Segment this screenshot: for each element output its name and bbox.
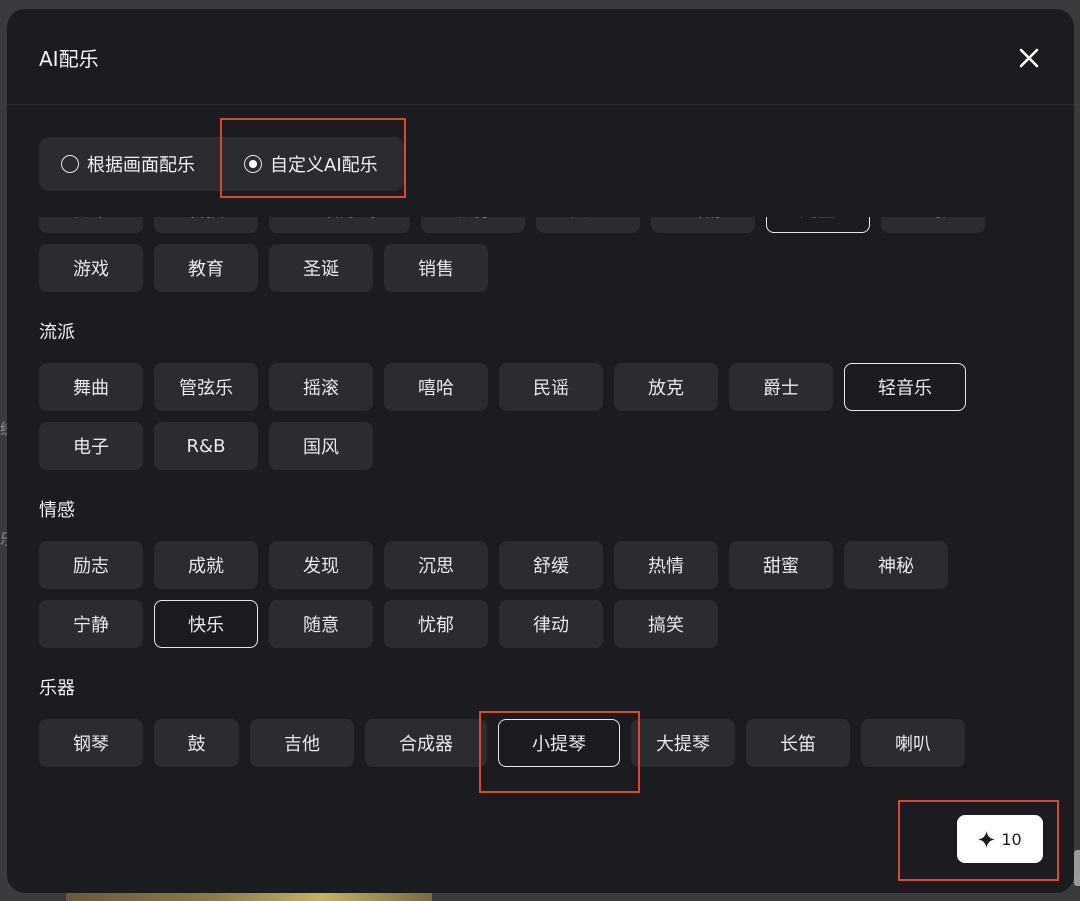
chip-row: 日常 科技 生活方式 旅行 冥想 戏剧 儿童 电影 xyxy=(39,217,1029,233)
tag-chip[interactable]: 随意 xyxy=(269,600,373,648)
tag-list: 日常 科技 生活方式 旅行 冥想 戏剧 儿童 电影 游戏 教育 圣诞 销售 流派… xyxy=(39,217,1029,767)
tag-chip[interactable]: 摇滚 xyxy=(269,363,373,411)
mode-option-custom[interactable]: 自定义AI配乐 xyxy=(244,137,378,191)
chip-row: 舞曲 管弦乐 摇滚 嘻哈 民谣 放克 爵士 轻音乐 xyxy=(39,363,1029,411)
tag-chip[interactable]: 沉思 xyxy=(384,541,488,589)
tag-chip[interactable]: 律动 xyxy=(499,600,603,648)
tag-chip[interactable]: 热情 xyxy=(614,541,718,589)
tag-chip[interactable]: 国风 xyxy=(269,422,373,470)
tag-chip-selected[interactable]: 儿童 xyxy=(766,217,870,233)
tag-chip[interactable]: 游戏 xyxy=(39,244,143,292)
tag-chip[interactable]: 圣诞 xyxy=(269,244,373,292)
tag-chip[interactable]: 钢琴 xyxy=(39,719,143,767)
mode-option-label: 自定义AI配乐 xyxy=(270,155,378,176)
tag-chip[interactable]: 舒缓 xyxy=(499,541,603,589)
section-label-genre: 流派 xyxy=(39,322,75,343)
mode-switch: 根据画面配乐 自定义AI配乐 xyxy=(39,137,404,191)
background-scrollbar xyxy=(1074,850,1080,886)
dialog-header: AI配乐 xyxy=(7,9,1074,105)
tag-chip[interactable]: 放克 xyxy=(614,363,718,411)
mode-option-label: 根据画面配乐 xyxy=(87,155,195,176)
tag-scroll-area[interactable]: 日常 科技 生活方式 旅行 冥想 戏剧 儿童 电影 游戏 教育 圣诞 销售 流派… xyxy=(7,217,1074,782)
ai-music-dialog: AI配乐 根据画面配乐 自定义AI配乐 日常 科技 生活方式 旅行 冥想 戏剧 xyxy=(7,9,1074,893)
tag-chip[interactable]: 大提琴 xyxy=(631,719,735,767)
tag-chip[interactable]: 科技 xyxy=(154,217,258,233)
tag-chip[interactable]: 鼓 xyxy=(154,719,239,767)
tag-chip[interactable]: 电影 xyxy=(881,217,985,233)
tag-chip[interactable]: 合成器 xyxy=(365,719,487,767)
tag-chip[interactable]: 励志 xyxy=(39,541,143,589)
tag-chip[interactable]: 嘻哈 xyxy=(384,363,488,411)
tag-chip-selected[interactable]: 快乐 xyxy=(154,600,258,648)
tag-chip[interactable]: 旅行 xyxy=(421,217,525,233)
tag-chip[interactable]: 发现 xyxy=(269,541,373,589)
tag-chip[interactable]: 长笛 xyxy=(746,719,850,767)
tag-chip[interactable]: 喇叭 xyxy=(861,719,965,767)
close-button[interactable] xyxy=(1015,44,1043,72)
generate-cost: 10 xyxy=(1001,829,1022,849)
tag-chip[interactable]: 民谣 xyxy=(499,363,603,411)
tag-chip-selected[interactable]: 轻音乐 xyxy=(844,363,966,411)
tag-chip[interactable]: 甜蜜 xyxy=(729,541,833,589)
tag-chip[interactable]: 宁静 xyxy=(39,600,143,648)
radio-unchecked-icon xyxy=(61,155,79,173)
tag-chip[interactable]: 爵士 xyxy=(729,363,833,411)
chip-row: 励志 成就 发现 沉思 舒缓 热情 甜蜜 神秘 xyxy=(39,541,1029,589)
tag-chip-selected[interactable]: 小提琴 xyxy=(498,719,620,767)
tag-chip[interactable]: 搞笑 xyxy=(614,600,718,648)
chip-row: 游戏 教育 圣诞 销售 xyxy=(39,244,1029,292)
tag-chip[interactable]: 舞曲 xyxy=(39,363,143,411)
sparkle-icon xyxy=(978,830,996,848)
tag-chip[interactable]: 日常 xyxy=(39,217,143,233)
tag-chip[interactable]: 吉他 xyxy=(250,719,354,767)
tag-chip[interactable]: 销售 xyxy=(384,244,488,292)
mode-option-scene-based[interactable]: 根据画面配乐 xyxy=(61,137,195,191)
tag-chip[interactable]: 冥想 xyxy=(536,217,640,233)
section-label-instrument: 乐器 xyxy=(39,678,75,699)
tag-chip[interactable]: 教育 xyxy=(154,244,258,292)
tag-chip[interactable]: R&B xyxy=(154,422,258,470)
dialog-title: AI配乐 xyxy=(39,47,99,71)
chip-row: 钢琴 鼓 吉他 合成器 小提琴 大提琴 长笛 喇叭 xyxy=(39,719,1029,767)
tag-chip[interactable]: 戏剧 xyxy=(651,217,755,233)
tag-chip[interactable]: 神秘 xyxy=(844,541,948,589)
close-icon xyxy=(1019,48,1039,68)
section-label-emotion: 情感 xyxy=(39,500,75,521)
generate-button[interactable]: 10 xyxy=(957,815,1043,863)
chip-row: 电子 R&B 国风 xyxy=(39,422,1029,470)
tag-chip[interactable]: 管弦乐 xyxy=(154,363,258,411)
tag-chip[interactable]: 电子 xyxy=(39,422,143,470)
radio-checked-icon xyxy=(244,155,262,173)
tag-chip[interactable]: 生活方式 xyxy=(269,217,410,233)
chip-row: 宁静 快乐 随意 忧郁 律动 搞笑 xyxy=(39,600,1029,648)
tag-chip[interactable]: 成就 xyxy=(154,541,258,589)
tag-chip[interactable]: 忧郁 xyxy=(384,600,488,648)
